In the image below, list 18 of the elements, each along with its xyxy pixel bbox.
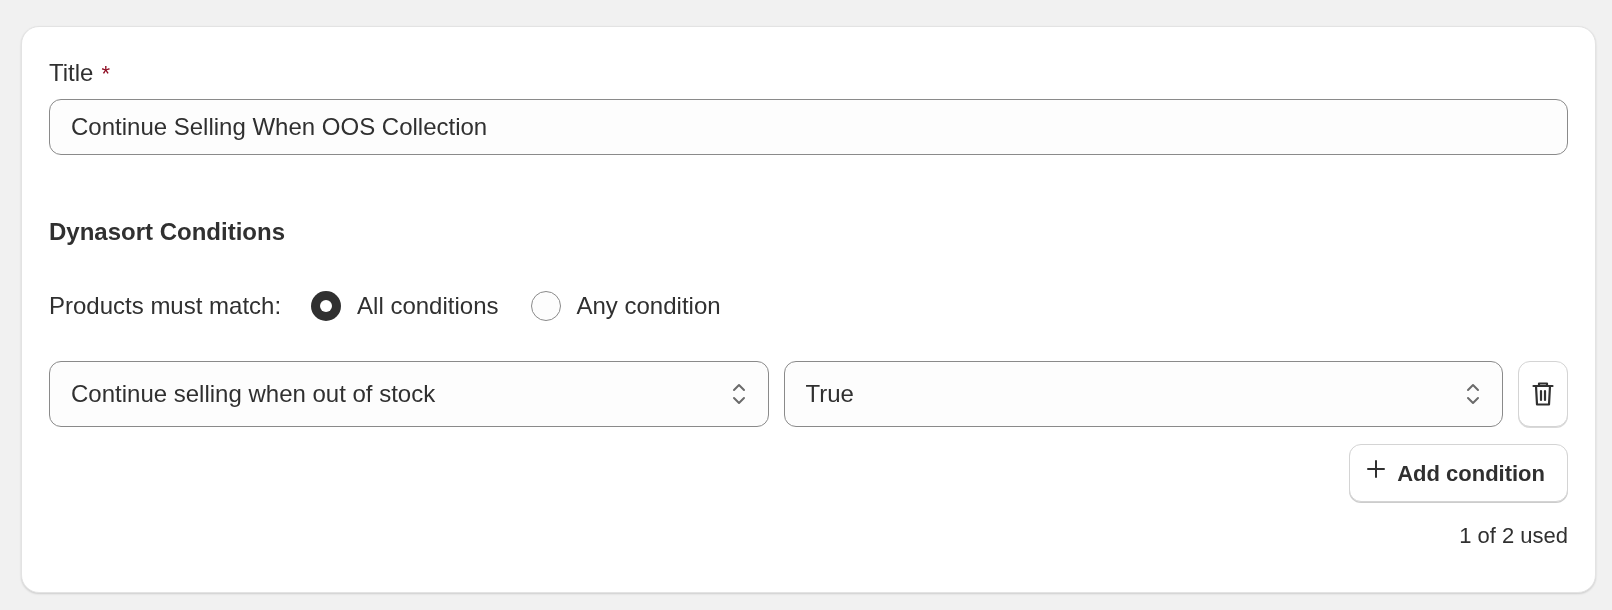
match-label: Products must match: bbox=[49, 291, 282, 321]
select-field[interactable]: True bbox=[783, 361, 1503, 427]
delete-button[interactable] bbox=[1518, 361, 1568, 427]
up-down-chevron-icon bbox=[731, 382, 746, 406]
radio-button[interactable] bbox=[311, 291, 342, 321]
usage-count: 1 of 2 used bbox=[1459, 522, 1568, 550]
required-asterisk: * bbox=[101, 59, 110, 88]
select-field[interactable]: Continue selling when out of stock bbox=[49, 361, 769, 427]
radio-button[interactable] bbox=[530, 291, 561, 321]
plus-icon bbox=[1367, 460, 1386, 478]
section-heading: Dynasort Conditions bbox=[49, 218, 285, 246]
radio-label: Any condition bbox=[576, 291, 721, 321]
add-condition-button[interactable]: Add condition bbox=[1349, 444, 1568, 502]
up-down-chevron-icon bbox=[1466, 382, 1480, 406]
title-label: Title bbox=[49, 58, 94, 88]
radio-label: All conditions bbox=[357, 291, 499, 321]
trash-icon bbox=[1532, 381, 1554, 407]
title-input-field[interactable]: Continue Selling When OOS Collection bbox=[49, 99, 1568, 155]
